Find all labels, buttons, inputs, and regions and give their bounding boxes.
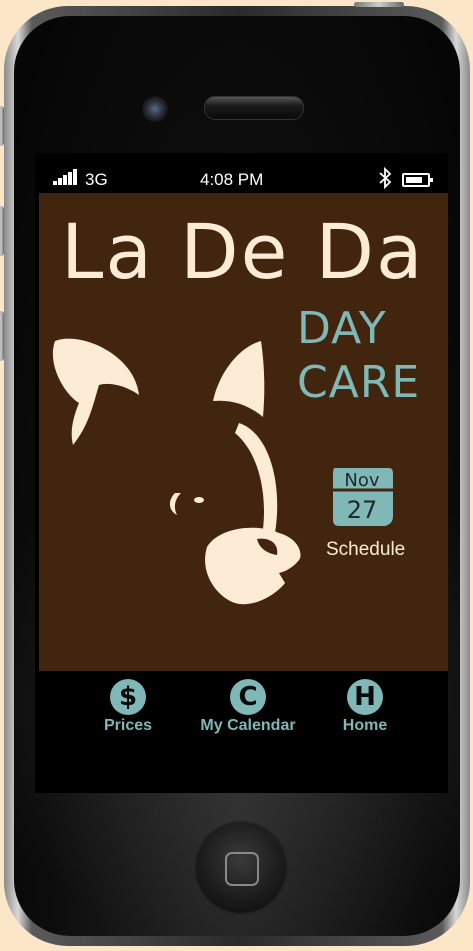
schedule-link[interactable]: Schedule <box>326 539 405 561</box>
tab-home[interactable]: H Home <box>305 679 425 735</box>
power-button <box>354 2 404 7</box>
tab-my-calendar[interactable]: C My Calendar <box>188 679 308 735</box>
status-time: 4:08 PM <box>200 170 264 189</box>
signal-strength-icon <box>53 169 77 185</box>
tab-prices[interactable]: $ Prices <box>68 679 188 735</box>
home-button[interactable] <box>194 821 288 915</box>
app-splash: La De Da DAY CARE Nov 27 Schedule <box>39 193 448 671</box>
battery-icon <box>402 173 433 187</box>
volume-down-button <box>0 311 4 361</box>
earpiece-speaker <box>204 96 304 120</box>
calendar-month: Nov <box>344 470 380 491</box>
home-h-icon: H <box>347 679 383 715</box>
front-camera <box>142 96 168 122</box>
mute-switch <box>0 106 4 146</box>
home-button-icon <box>225 852 259 886</box>
network-type: 3G <box>85 170 108 189</box>
tab-bar: $ Prices C My Calendar H Home <box>35 671 448 751</box>
tab-prices-label: Prices <box>103 717 153 734</box>
calendar-c-icon: C <box>230 679 266 715</box>
calendar-day: 27 <box>346 496 378 524</box>
bluetooth-icon <box>379 167 392 189</box>
tab-my-calendar-label: My Calendar <box>200 717 296 734</box>
status-bar: 3G 4:08 PM <box>35 153 448 193</box>
dog-face-illustration <box>52 338 304 605</box>
calendar-text[interactable]: Nov 27 <box>329 464 395 530</box>
volume-up-button <box>0 206 4 256</box>
app-title: La De Da <box>61 207 425 296</box>
tab-home-label: Home <box>342 717 388 734</box>
phone-screen: 3G 4:08 PM La De Da DAY CARE Nov 27 Sche… <box>35 153 448 793</box>
dollar-icon: $ <box>110 679 146 715</box>
